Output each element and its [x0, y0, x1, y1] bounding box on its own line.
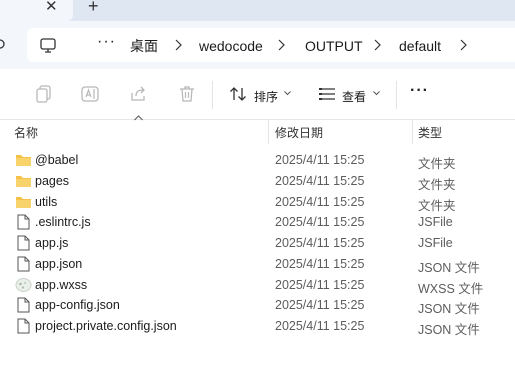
new-tab-icon[interactable]: + — [88, 0, 99, 15]
file-type: 文件夹 — [418, 177, 456, 192]
file-name: app.wxss — [35, 277, 88, 292]
column-divider[interactable] — [412, 120, 413, 144]
file-type: JSON 文件 — [418, 260, 480, 275]
file-name: .eslintrc.js — [35, 215, 91, 230]
breadcrumb-wedocode[interactable]: wedocode — [199, 38, 263, 54]
delete-icon[interactable] — [178, 85, 196, 103]
this-pc-icon[interactable] — [40, 38, 56, 53]
rename-icon[interactable] — [81, 85, 99, 103]
address-overflow-icon[interactable]: ··· — [97, 33, 116, 51]
sort-icon[interactable] — [229, 85, 247, 103]
column-date-modified[interactable]: 修改日期 — [275, 124, 323, 141]
file-date: 2025/4/11 15:25 — [275, 173, 365, 188]
folder-icon — [16, 155, 31, 166]
file-name: pages — [35, 173, 70, 188]
active-tab[interactable]: ✕ — [0, 0, 73, 21]
file-date: 2025/4/11 15:25 — [275, 236, 365, 250]
file-row[interactable]: app.json 2025/4/11 15:25 JSON 文件 — [0, 254, 515, 275]
refresh-icon[interactable] — [0, 38, 6, 50]
command-bar: 排序 查看 ··· — [0, 69, 515, 120]
file-type: WXSS 文件 — [418, 281, 484, 296]
file-row[interactable]: project.private.config.json 2025/4/11 15… — [0, 316, 515, 337]
file-name: @babel — [35, 153, 79, 167]
sort-button[interactable]: 排序 — [254, 88, 278, 105]
column-divider[interactable] — [268, 120, 269, 144]
column-name[interactable]: 名称 — [14, 124, 38, 141]
file-row[interactable]: pages 2025/4/11 15:25 文件夹 — [0, 171, 515, 192]
folder-icon — [16, 175, 31, 187]
file-row[interactable]: @babel 2025/4/11 15:25 文件夹 — [0, 150, 515, 171]
file-icon — [17, 297, 30, 313]
view-button[interactable]: 查看 — [342, 88, 366, 105]
file-row[interactable]: app-config.json 2025/4/11 15:25 JSON 文件 — [0, 295, 515, 316]
new-item-icon[interactable] — [0, 85, 4, 103]
share-icon[interactable] — [129, 85, 147, 103]
file-date: 2025/4/11 15:25 — [275, 319, 365, 333]
file-type: 文件夹 — [418, 157, 456, 171]
file-date: 2025/4/11 15:25 — [275, 153, 365, 167]
file-name: app.js — [35, 236, 69, 250]
file-date: 2025/4/11 15:25 — [275, 277, 365, 292]
file-name: project.private.config.json — [35, 319, 177, 333]
more-options-icon[interactable]: ··· — [410, 82, 429, 100]
column-header: 名称 修改日期 类型 — [0, 115, 515, 144]
chevron-right-icon[interactable] — [278, 39, 285, 51]
file-date: 2025/4/11 15:25 — [275, 194, 365, 209]
file-row[interactable]: .eslintrc.js 2025/4/11 15:25 JSFile — [0, 212, 515, 233]
wxss-file-icon — [15, 277, 32, 292]
file-icon — [17, 318, 30, 334]
file-icon — [17, 235, 30, 251]
chevron-down-icon[interactable] — [284, 91, 291, 96]
file-name: app.json — [35, 256, 83, 271]
file-type: JSON 文件 — [418, 323, 480, 337]
file-list: @babel 2025/4/11 15:25 文件夹 pages 2025/4/… — [0, 150, 515, 337]
close-tab-icon[interactable]: ✕ — [45, 0, 58, 15]
sort-ascending-icon — [134, 115, 143, 121]
column-type[interactable]: 类型 — [418, 124, 442, 141]
address-row: ··· 桌面 wedocode OUTPUT default — [0, 21, 515, 69]
file-date: 2025/4/11 15:25 — [275, 215, 365, 230]
file-icon — [17, 256, 30, 272]
folder-icon — [16, 196, 31, 208]
file-row[interactable]: utils 2025/4/11 15:25 文件夹 — [0, 192, 515, 213]
file-date: 2025/4/11 15:25 — [275, 298, 365, 313]
file-row[interactable]: app.wxss 2025/4/11 15:25 WXSS 文件 — [0, 275, 515, 296]
chevron-right-icon[interactable] — [175, 39, 182, 51]
toolbar-divider — [396, 81, 397, 109]
file-icon — [17, 214, 30, 230]
toolbar-divider — [212, 81, 213, 109]
file-name: app-config.json — [35, 298, 120, 313]
breadcrumb-output[interactable]: OUTPUT — [305, 38, 363, 54]
address-bar[interactable]: ··· 桌面 wedocode OUTPUT default — [27, 28, 515, 62]
file-type: JSFile — [418, 236, 453, 250]
file-type: 文件夹 — [418, 198, 456, 213]
breadcrumb-default[interactable]: default — [399, 38, 441, 54]
file-type: JSFile — [418, 215, 453, 230]
chevron-down-icon[interactable] — [373, 91, 380, 96]
tab-strip: ✕ + — [0, 0, 515, 21]
breadcrumb-desktop[interactable]: 桌面 — [130, 38, 158, 54]
file-row[interactable]: app.js 2025/4/11 15:25 JSFile — [0, 233, 515, 254]
chevron-right-icon[interactable] — [374, 39, 381, 51]
file-type: JSON 文件 — [418, 302, 480, 317]
chevron-right-icon[interactable] — [460, 39, 467, 51]
view-icon[interactable] — [318, 85, 336, 103]
copy-icon[interactable] — [35, 85, 53, 103]
file-date: 2025/4/11 15:25 — [275, 256, 365, 271]
file-name: utils — [35, 194, 58, 209]
